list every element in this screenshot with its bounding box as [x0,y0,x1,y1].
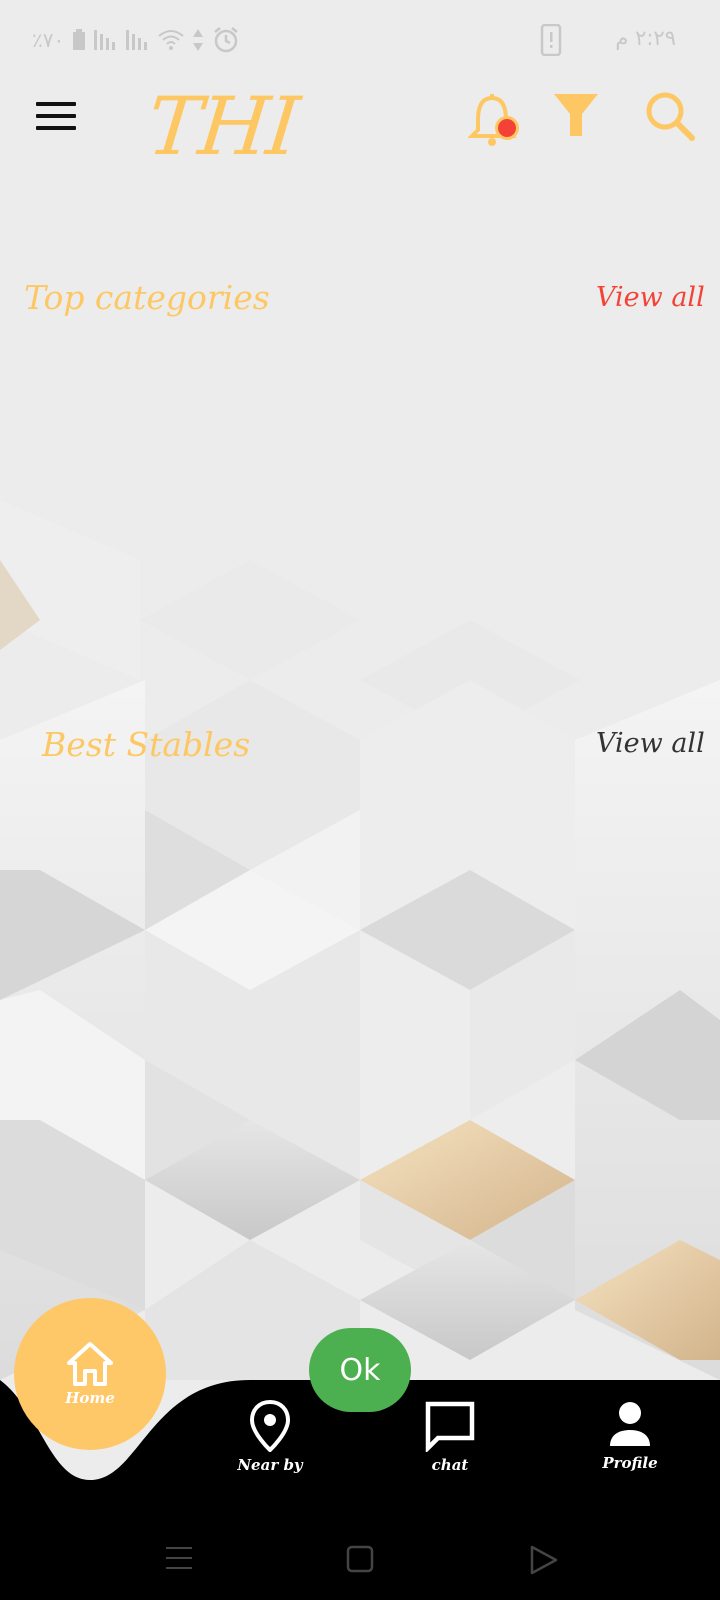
status-left: ٪٧٠ [32,26,240,54]
bell-icon[interactable] [467,90,528,150]
nav-near-by-label: Near by [237,1456,303,1474]
signal-icon [126,30,148,50]
person-icon [610,1402,650,1446]
nav-chat[interactable]: chat [395,1400,505,1490]
ok-button[interactable]: Ok [309,1328,411,1412]
back-icon[interactable] [526,1544,562,1576]
nav-chat-label: chat [431,1456,469,1474]
data-arrows-icon [193,29,204,51]
recents-icon[interactable] [162,1544,198,1576]
top-categories-view-all[interactable]: View all [596,282,705,313]
search-icon[interactable] [644,90,704,150]
app-header: THI [0,80,720,190]
signal-icon [94,30,116,50]
filter-icon[interactable] [552,90,612,150]
top-categories-title: Top categories [24,278,270,317]
home-icon [67,1342,113,1386]
alarm-icon [214,27,239,53]
best-stables-view-all[interactable]: View all [596,728,705,759]
best-stables-title: Best Stables [42,725,251,764]
chat-icon [425,1401,475,1452]
status-bar: ٪٧٠ ٢:٢٩ م [0,0,720,80]
battery-percent: ٪٧٠ [32,28,65,52]
app-logo: THI [143,80,302,173]
wifi-icon [158,30,184,50]
location-pin-icon [250,1400,290,1452]
status-time: ٢:٢٩ م [615,26,676,50]
battery-icon [73,29,86,50]
system-nav-bar [0,1520,720,1600]
nav-profile[interactable]: Profile [575,1400,685,1490]
menu-icon[interactable] [30,102,82,142]
nav-home-button[interactable]: Home [14,1298,166,1450]
nav-home-label: Home [65,1389,115,1407]
phone-alert-icon [540,23,562,60]
nav-profile-label: Profile [602,1454,658,1472]
notification-dot [498,119,516,137]
nav-near-by[interactable]: Near by [215,1400,325,1490]
home-system-icon[interactable] [342,1544,378,1576]
